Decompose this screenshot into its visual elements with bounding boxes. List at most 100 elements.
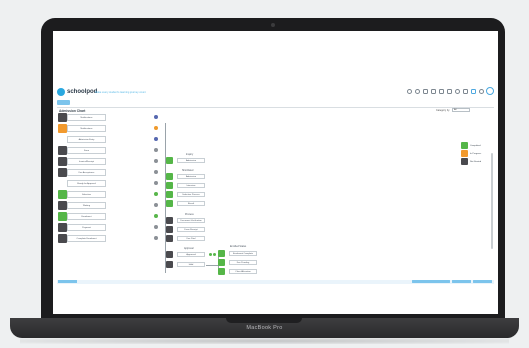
- legend-tile: [461, 158, 468, 165]
- status-tile: [58, 179, 67, 188]
- connector-line: [206, 265, 218, 266]
- footer-left-button[interactable]: [58, 280, 77, 283]
- export-report-button[interactable]: [412, 280, 450, 283]
- laptop-notch: [226, 318, 302, 323]
- flow-canvas: Notifications Notifications Admission En…: [58, 113, 494, 281]
- filter-label: Category by: [436, 109, 450, 112]
- node-tile: [166, 226, 173, 233]
- list-item[interactable]: Complete Enrolment: [58, 234, 106, 243]
- chart-icon[interactable]: [423, 89, 428, 94]
- status-tile: [58, 234, 67, 243]
- flow-node[interactable]: Fee Paid: [166, 235, 205, 242]
- gear-icon[interactable]: [479, 89, 484, 94]
- list-item-label: Admission Entry: [67, 136, 106, 143]
- status-tile: [58, 124, 67, 133]
- node-label: Class Allocation: [229, 269, 257, 274]
- status-legend: Completed In Progress Not Started: [461, 142, 489, 166]
- list-item[interactable]: Ready for Approval: [58, 179, 106, 188]
- share-button[interactable]: [473, 280, 492, 283]
- group-label: Approval: [184, 247, 194, 250]
- node-label: Enrolment Complete: [229, 251, 257, 256]
- status-tile: [58, 212, 67, 221]
- list-item[interactable]: Fee Acceptance: [58, 168, 106, 177]
- flow-node[interactable]: Form Receipt: [166, 226, 205, 233]
- legend-label: In Progress: [470, 152, 482, 155]
- node-tile: [166, 182, 173, 189]
- vertical-scrollbar[interactable]: [491, 153, 493, 249]
- node-label: Result: [177, 201, 205, 206]
- node-tile: [166, 251, 173, 258]
- settings-icon[interactable]: [455, 89, 460, 94]
- app-logo[interactable]: schoolpod: [57, 88, 97, 96]
- flow-node[interactable]: Interview: [166, 182, 205, 189]
- list-item[interactable]: Payment: [58, 223, 106, 232]
- filter-select[interactable]: All: [452, 108, 470, 112]
- status-tile: [58, 223, 67, 232]
- group-label: Enrolled Status: [230, 245, 247, 248]
- schoolpod-logo-icon: [57, 88, 65, 96]
- laptop-screen: schoolpod Make every student's learning …: [53, 31, 498, 314]
- list-item[interactable]: Notifications: [58, 124, 106, 133]
- user-icon[interactable]: [471, 89, 476, 94]
- app-header: schoolpod Make every student's learning …: [57, 86, 494, 100]
- list-item[interactable]: Admission Entry: [58, 135, 106, 144]
- flow-node[interactable]: Enrolment Complete: [218, 250, 257, 257]
- document-icon[interactable]: [431, 89, 436, 94]
- node-label: Interview: [177, 183, 205, 188]
- toolbar-divider: [57, 107, 494, 108]
- node-tile: [166, 191, 173, 198]
- flow-node[interactable]: Class Allocation: [218, 268, 257, 275]
- legend-item: Not Started: [461, 158, 489, 165]
- status-tile: [58, 190, 67, 199]
- list-item-label: Notifications: [67, 125, 106, 132]
- flow-node[interactable]: Hold: [166, 261, 205, 268]
- node-tile: [166, 200, 173, 207]
- list-item-label: Notifications: [67, 114, 106, 121]
- status-dot: [154, 214, 158, 218]
- status-dot: [154, 236, 158, 240]
- status-tile: [58, 113, 67, 122]
- app-tagline: Make every student's learning journey co…: [95, 91, 146, 94]
- flow-node[interactable]: Admission: [166, 173, 205, 180]
- list-item[interactable]: Notifications: [58, 113, 106, 122]
- clock-icon[interactable]: [415, 89, 420, 94]
- laptop-shadow: [20, 338, 509, 344]
- flow-node[interactable]: Result: [166, 200, 205, 207]
- list-item[interactable]: Waiting: [58, 201, 106, 210]
- flow-node[interactable]: Fee Pending: [218, 259, 257, 266]
- node-tile: [166, 261, 173, 268]
- list-item[interactable]: Selection: [58, 190, 106, 199]
- status-dot: [154, 225, 158, 229]
- list-item-label: Payment: [67, 224, 106, 231]
- node-label: Fee Pending: [229, 260, 257, 265]
- back-button[interactable]: [57, 100, 70, 105]
- list-item[interactable]: Form: [58, 146, 106, 155]
- node-label: Fee Paid: [177, 236, 205, 241]
- status-dot: [154, 115, 158, 119]
- flow-node[interactable]: Admission: [166, 157, 205, 164]
- grid-icon[interactable]: [447, 89, 452, 94]
- node-label: Document Verification: [177, 218, 205, 223]
- status-dot: [154, 159, 158, 163]
- node-label: Admission: [177, 158, 205, 163]
- print-button[interactable]: [452, 280, 471, 283]
- flow-node[interactable]: Approved: [166, 251, 205, 258]
- list-item[interactable]: Enrolment: [58, 212, 106, 221]
- avatar[interactable]: [486, 87, 494, 95]
- header-icon-bar: [407, 89, 484, 94]
- list-item[interactable]: Invoice/Receipt: [58, 157, 106, 166]
- legend-label: Completed: [470, 144, 481, 147]
- flow-node[interactable]: Selection Process: [166, 191, 205, 198]
- status-dot: [154, 181, 158, 185]
- node-label: Approved: [177, 252, 205, 257]
- help-icon[interactable]: [407, 89, 412, 94]
- mail-icon[interactable]: [463, 89, 468, 94]
- status-tile: [58, 146, 67, 155]
- legend-tile: [461, 150, 468, 157]
- legend-item: Completed: [461, 142, 489, 149]
- node-tile: [218, 250, 225, 257]
- legend-item: In Progress: [461, 150, 489, 157]
- calendar-icon[interactable]: [439, 89, 444, 94]
- flow-node[interactable]: Document Verification: [166, 217, 205, 224]
- camera-icon: [271, 23, 275, 27]
